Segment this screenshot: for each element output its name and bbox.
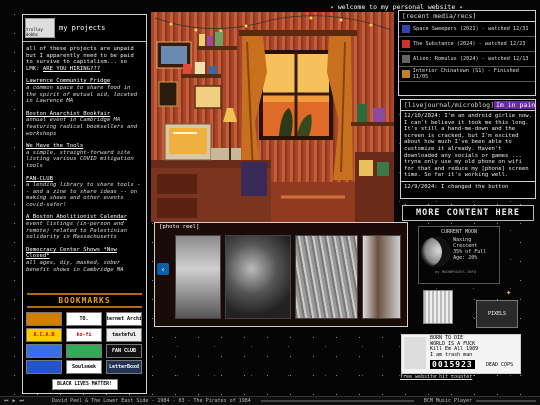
skull-icon <box>404 337 426 369</box>
project-link[interactable]: A Boston Abolitionist Calendar <box>26 214 127 220</box>
moon-age: Age: 20% <box>453 255 478 261</box>
recent-media-text: Space Sweepers (2021) - watched 12/31 <box>413 26 529 32</box>
blm-banner: BLACK LIVES MATTER! <box>51 379 118 390</box>
project-desc: all ages, diy, masked, sober benefit sho… <box>26 260 124 273</box>
more-content-banner[interactable]: MORE CONTENT HERE <box>402 205 534 221</box>
bookmark-button[interactable]: Internet Archive <box>106 312 142 326</box>
recent-media-text: Interior Chinatown (S1) - Finished 11/05 <box>412 68 519 80</box>
project-desc: annual event in Cambridge MA featuring r… <box>26 117 138 137</box>
microblog-entry: 12/9/2024: I changed the button <box>401 180 535 192</box>
livejournal-panel: [livejournal/microblog] Im in pain 12/10… <box>400 99 536 199</box>
project-link[interactable]: FAN-CLUB <box>26 176 53 182</box>
prev-icon[interactable]: ⏮ <box>4 398 9 404</box>
decorative-computer-icon <box>423 290 453 324</box>
media-thumb-icon <box>402 25 410 33</box>
bookmarks-title: BOOKMARKS <box>27 293 142 308</box>
project-desc: a simple, straight-forward site listing … <box>26 149 134 169</box>
project-desc: event listings (in-person and remote) re… <box>26 221 128 241</box>
bookmark-button[interactable]: FAN CLUB <box>106 344 142 358</box>
moon-phase: Waxing Crescent <box>453 237 478 249</box>
bookmark-button[interactable] <box>26 344 62 358</box>
recent-media-panel: [recent media/recs] Space Sweepers (2021… <box>398 10 536 96</box>
project-link[interactable]: Boston Anarchist Bookfair <box>26 111 110 117</box>
project-item: Boston Anarchist Bookfair annual event in… <box>26 111 143 137</box>
livejournal-header: [livejournal/microblog] Im in pain <box>401 100 535 111</box>
hit-counter-digits: 0015923 <box>430 360 475 369</box>
play-icon[interactable]: ▶ <box>13 398 16 404</box>
photo-reel: [photo reel] ‹ <box>154 222 408 327</box>
pixels-badge: PIXELS <box>476 300 518 328</box>
recent-media-text: Alien: Romulus (2024) - watched 12/13 <box>413 56 529 62</box>
moon-icon <box>421 237 451 267</box>
volume-bar[interactable] <box>476 400 536 402</box>
photo-reel-label: [photo reel] <box>159 224 200 230</box>
projects-header: trolley dobbs my projects <box>23 15 146 42</box>
free-counter-link[interactable]: free website hit counter <box>400 374 472 380</box>
now-playing-track: David Peel & The Lower East Side - 1984 … <box>52 398 251 404</box>
livejournal-title: [livejournal/microblog] <box>404 101 495 109</box>
project-desc: a common space to share food in the spir… <box>26 84 138 105</box>
moon-source-link[interactable]: by MOONPHASES.INFO <box>419 269 499 274</box>
bookmark-button[interactable]: A.C.A.B <box>26 328 62 342</box>
project-item: A Boston Abolitionist Calendar event list… <box>26 214 143 240</box>
music-player: ⏮ ▶ ⏭ David Peel & The Lower East Side -… <box>0 396 540 405</box>
bookmark-button[interactable]: LetterBoxd <box>106 360 142 374</box>
media-thumb-icon <box>402 55 410 63</box>
projects-title: my projects <box>59 24 106 32</box>
bookmark-button[interactable] <box>26 312 62 326</box>
photo-thumb[interactable] <box>175 235 222 319</box>
bookmark-button[interactable] <box>66 344 102 358</box>
bookmarks-grid: TO. Internet Archive A.C.A.B ko-fi tasteful F… <box>23 312 146 374</box>
photo-thumb[interactable] <box>362 235 401 319</box>
chevron-left-icon[interactable]: ‹ <box>157 263 169 275</box>
project-link[interactable]: Lawrence Community Fridge <box>26 78 110 84</box>
recent-media-item[interactable]: Space Sweepers (2021) - watched 12/31 <box>399 22 535 37</box>
recent-media-item[interactable]: Alien: Romulus (2024) - watched 12/13 <box>399 52 535 67</box>
moon-widget: CURRENT MOON Waxing Crescent 35% of Full… <box>418 226 500 284</box>
project-item: Democracy Center Shows *Now Closed* all a… <box>26 247 143 273</box>
recent-media-item[interactable]: The Substance (2024) - watched 12/23 <box>399 37 535 52</box>
born-to-die-counter: BORN TO DIE WORLD IS A FUCK Kill Em All … <box>401 334 521 374</box>
trolley-logo: trolley dobbs <box>25 18 55 38</box>
media-thumb-icon <box>402 70 410 78</box>
projects-list: all of these projects are unpaid but I a… <box>23 46 146 273</box>
bookmark-button[interactable]: Soulseek <box>66 360 102 374</box>
project-item: FAN-CLUB a lending library to share tools… <box>26 176 143 209</box>
hiring-link[interactable]: ARE YOU HIRING??? <box>43 66 100 72</box>
photo-thumb[interactable] <box>225 235 291 319</box>
project-item: Lawrence Community Fridge a common space … <box>26 78 143 104</box>
bookmark-button[interactable]: ko-fi <box>66 328 102 342</box>
recent-media-list: Space Sweepers (2021) - watched 12/31 The… <box>399 22 535 82</box>
seek-bar[interactable] <box>260 400 414 402</box>
project-link[interactable]: We Have the Tools <box>26 143 83 149</box>
btd-line: I am trash man <box>430 351 473 358</box>
next-icon[interactable]: ⏭ <box>20 398 25 404</box>
recent-media-item[interactable]: Interior Chinatown (S1) - Finished 11/05 <box>399 67 535 82</box>
media-thumb-icon <box>402 40 410 48</box>
mood-badge: Im in pain <box>494 101 535 109</box>
pixel-room-scene <box>151 12 394 222</box>
bookmark-button[interactable]: TO. <box>66 312 102 326</box>
microblog-entry: 12/10/2024: I'm an android girlie now. I… <box>404 113 532 179</box>
photo-strip[interactable] <box>155 223 407 319</box>
recent-media-header: [recent media/recs] <box>399 11 535 22</box>
project-link[interactable]: Democracy Center Shows *Now Closed* <box>26 247 117 260</box>
recent-media-text: The Substance (2024) - watched 12/23 <box>413 41 526 47</box>
photo-thumb[interactable] <box>294 235 359 319</box>
room-illustration <box>151 15 394 222</box>
bookmark-button[interactable]: tasteful <box>106 328 142 342</box>
projects-panel: trolley dobbs my projects all of these p… <box>22 14 147 394</box>
projects-intro: all of these projects are unpaid but I a… <box>26 46 134 72</box>
player-name: BCM Music Player <box>423 398 472 404</box>
sparkle-icon: ✦ <box>506 288 512 298</box>
project-item: We Have the Tools a simple, straight-forw… <box>26 143 143 169</box>
project-desc: a lending library to share tools - - and… <box>26 182 141 208</box>
dead-cops-text: DEAD COPS <box>486 362 514 368</box>
bookmark-button[interactable] <box>26 360 62 374</box>
